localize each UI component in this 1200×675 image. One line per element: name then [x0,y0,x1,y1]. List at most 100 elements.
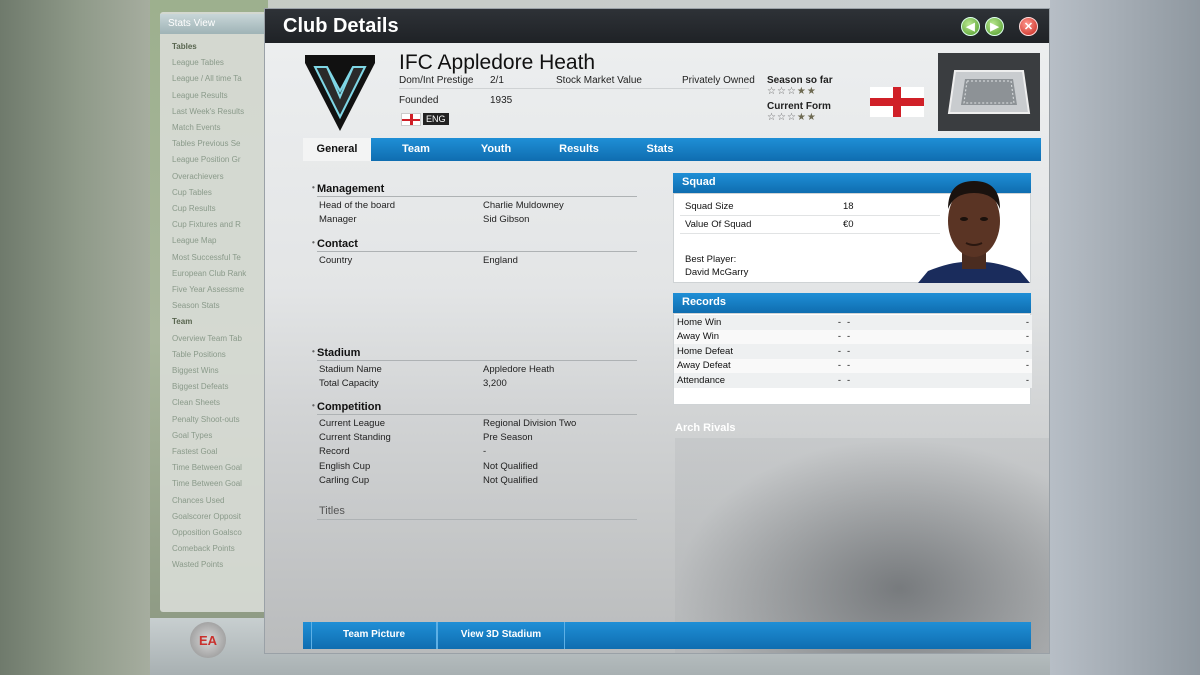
divider [317,251,637,252]
tab-youth[interactable]: Youth [461,138,531,161]
club-details-window: Club Details ◀ ▶ ✕ IFC Appledore Heath D… [264,8,1050,654]
background-sidebar-item: League Results [172,90,228,100]
background-sidebar-item: Overview Team Tab [172,333,242,343]
record-label: Away Win [674,329,794,344]
carling-cup-label: Carling Cup [319,475,370,486]
table-row: Away Win - - - [674,329,1032,344]
best-player-value[interactable]: David McGarry [685,267,748,278]
background-sidebar [160,12,270,612]
squad-value-label: Value Of Squad [685,219,752,230]
tab-team[interactable]: Team [381,138,451,161]
contact-heading: Contact [312,238,358,250]
stadium-name-value: Appledore Heath [483,364,555,375]
records-table: Home Win - - - Away Win - - - Home Defeat - - - Away… [674,315,1032,388]
star-filled-icon: ★ [806,112,817,123]
background-sidebar-item: Goal Types [172,430,213,440]
background-sidebar-item: Wasted Points [172,560,224,570]
background-sidebar-item: League Position Gr [172,155,241,165]
star-empty-icon: ☆ [767,86,777,97]
england-flag-large-icon [870,87,924,117]
country-label: Country [319,255,353,266]
team-picture-button[interactable]: Team Picture [311,622,437,649]
divider [317,519,637,520]
divider [680,215,940,216]
background-sidebar-item: Clean Sheets [172,398,221,408]
back-button[interactable]: ◀ [961,17,980,36]
carling-cup-value: Not Qualified [483,475,538,486]
arch-rivals-heading: Arch Rivals [675,422,736,434]
background-sidebar-item: Cup Tables [172,187,212,197]
table-row: Attendance - - - [674,373,1032,388]
star-empty-icon: ☆ [786,86,797,97]
season-rating-stars: ☆☆☆★★ [767,86,817,97]
record-col-1: - [794,358,844,373]
background-sidebar-item: Most Successful Te [172,252,241,262]
stadium-name-label: Stadium Name [319,364,382,375]
squad-value-value: €0 [843,219,854,230]
arrow-right-icon: ▶ [990,21,999,33]
player-portrait [918,181,1030,283]
background-sidebar-item: League / All time Ta [172,74,242,84]
current-league-label: Current League [319,418,386,429]
tab-general[interactable]: General [303,138,371,161]
country-value: England [483,255,518,266]
background-sidebar-item: Five Year Assessme [172,285,245,294]
view-3d-stadium-button[interactable]: View 3D Stadium [437,622,565,649]
background-sidebar-item: Cup Results [172,204,216,213]
background-sidebar-item: European Club Rank [172,268,247,278]
record-label: Record [319,446,350,457]
table-row: Away Defeat - - - [674,358,1032,373]
divider [317,360,637,361]
header-divider [399,88,749,89]
background-sidebar-item: League Tables [172,58,224,68]
record-label: Home Defeat [674,344,794,359]
background-sidebar-item: Opposition Goalsco [172,528,242,537]
manager-label: Manager [319,214,357,225]
manager-value: Sid Gibson [483,214,530,225]
divider [680,233,940,234]
background-sidebar-item: Chances Used [172,495,225,505]
tab-stats[interactable]: Stats [625,138,695,161]
stock-market-value: Privately Owned [682,75,755,86]
english-cup-value: Not Qualified [483,461,538,472]
current-standing-label: Current Standing [319,432,391,443]
stock-market-label: Stock Market Value [556,75,642,86]
star-filled-icon: ★ [796,86,807,97]
bottom-action-bar: Team Picture View 3D Stadium [303,622,1031,649]
table-row: Home Win - - - [674,315,1032,330]
background-sidebar-item: Season Stats [172,301,220,311]
record-col-2: - [844,344,974,359]
prestige-value: 2/1 [490,75,504,86]
record-value: - [483,446,487,457]
ea-logo: EA [190,622,226,658]
divider [317,414,637,415]
record-label: Attendance [674,373,794,388]
star-empty-icon: ☆ [776,86,787,97]
background-sidebar-item: Penalty Shoot-outs [172,414,240,424]
background-sidebar-item: Fastest Goal [172,447,218,456]
background-sidebar-item: League Map [172,236,217,246]
background-sidebar-item: Table Positions [172,349,226,359]
management-heading: Management [312,183,384,195]
title-bar: Club Details ◀ ▶ ✕ [265,9,1049,43]
tab-bar: General Team Youth Results Stats [303,138,1041,161]
forward-button[interactable]: ▶ [985,17,1004,36]
english-cup-label: English Cup [319,461,371,472]
record-label: Home Win [674,315,794,330]
stadium-icon [947,70,1031,114]
current-form-label: Current Form [767,101,831,112]
background-sidebar-heading: Tables [172,42,197,51]
background-sidebar-item: Biggest Defeats [172,382,229,392]
background-sidebar-item: Match Events [172,123,221,132]
record-label: Away Defeat [674,358,794,373]
close-button[interactable]: ✕ [1019,17,1038,36]
club-name: IFC Appledore Heath [399,51,596,74]
stadium-thumbnail[interactable] [938,53,1040,131]
record-col-2: - [844,329,974,344]
background-right [1050,0,1200,675]
divider [317,196,637,197]
record-col-1: - [794,315,844,330]
record-col-2: - [844,315,974,330]
head-of-board-label: Head of the board [319,200,396,211]
tab-results[interactable]: Results [543,138,615,161]
